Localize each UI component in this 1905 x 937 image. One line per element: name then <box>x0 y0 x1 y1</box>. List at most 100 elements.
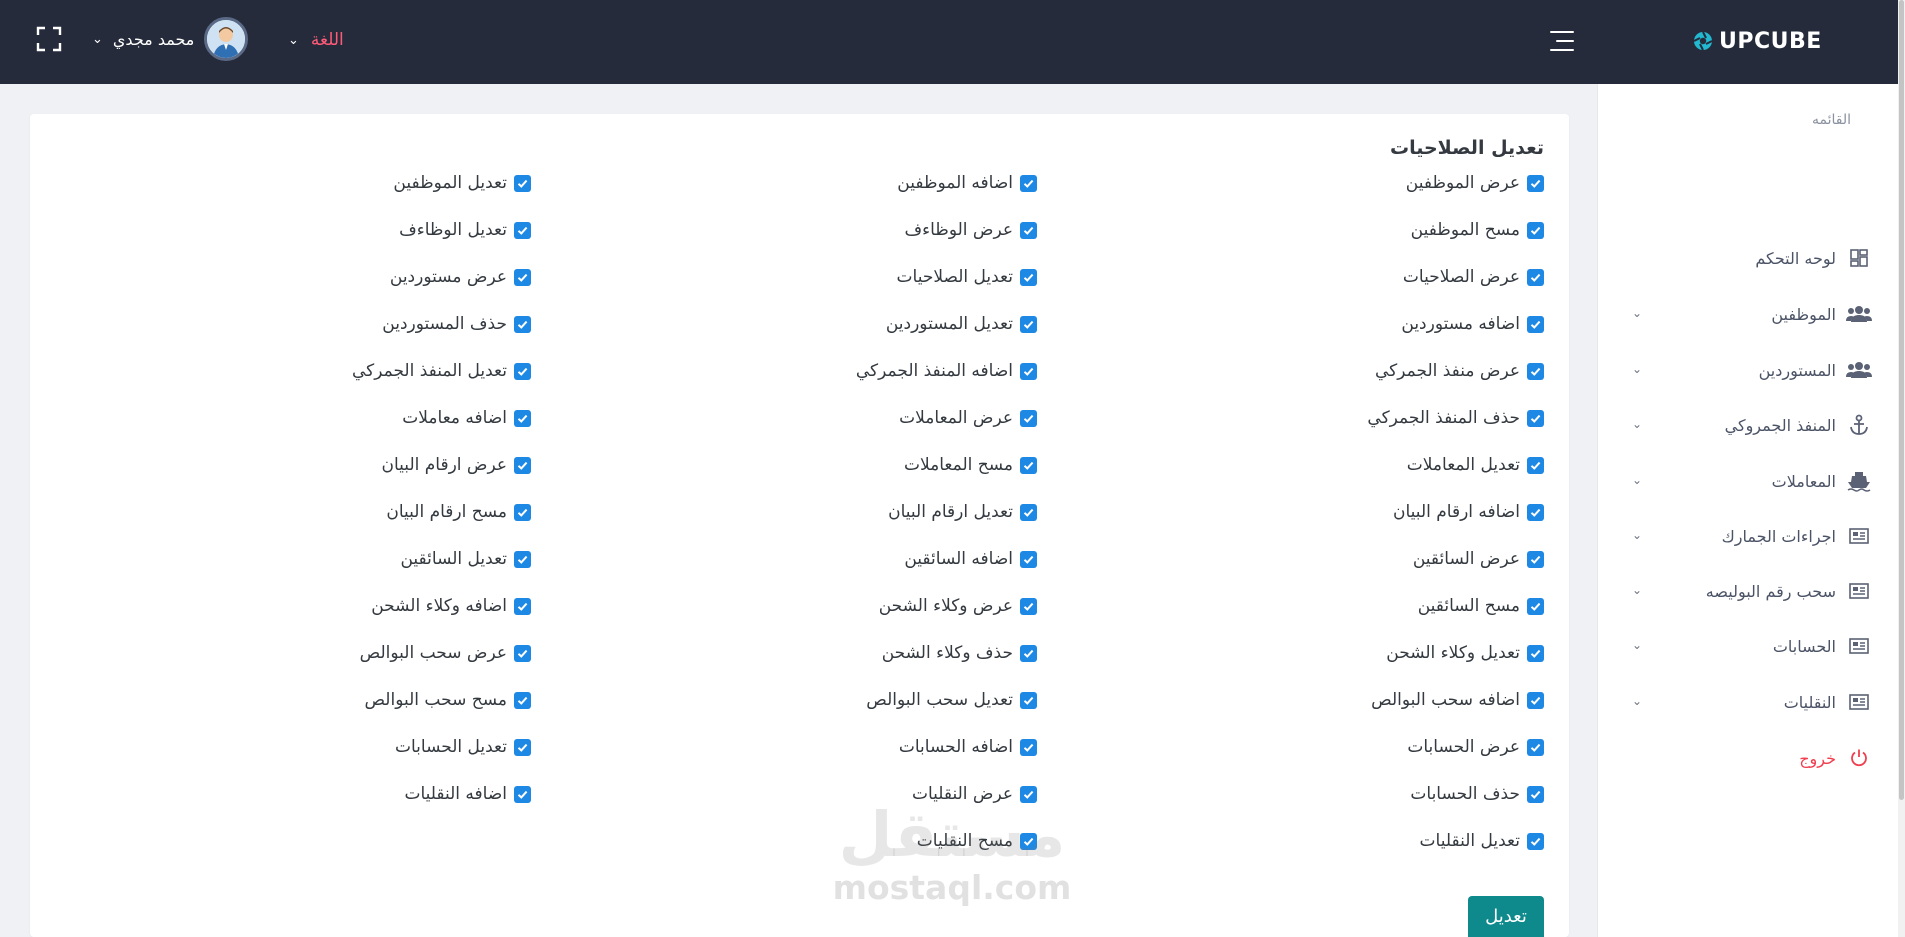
checkbox-checked-icon[interactable] <box>1020 456 1037 474</box>
checkbox-checked-icon[interactable] <box>1527 738 1544 756</box>
permission-checkbox[interactable]: اضافه السائقين <box>904 547 1037 571</box>
permission-checkbox[interactable]: اضافه المنفذ الجمركي <box>856 359 1037 383</box>
checkbox-checked-icon[interactable] <box>514 268 531 286</box>
permission-checkbox[interactable]: مسح الموظفين <box>1411 218 1544 242</box>
permission-checkbox[interactable]: عرض سحب البوالص <box>360 641 531 665</box>
permission-checkbox[interactable]: اضافه سحب البوالص <box>1371 688 1544 712</box>
checkbox-checked-icon[interactable] <box>1020 691 1037 709</box>
checkbox-checked-icon[interactable] <box>1020 315 1037 333</box>
checkbox-checked-icon[interactable] <box>1527 362 1544 380</box>
sidebar-item[interactable]: المعاملات ⌄ <box>1632 463 1872 499</box>
permission-checkbox[interactable]: تعديل المنفذ الجمركي <box>352 359 531 383</box>
permission-checkbox[interactable]: مسح المعاملات <box>904 453 1037 477</box>
checkbox-checked-icon[interactable] <box>514 503 531 521</box>
permission-checkbox[interactable]: تعديل الصلاحيات <box>897 265 1037 289</box>
checkbox-checked-icon[interactable] <box>1020 597 1037 615</box>
permission-checkbox[interactable]: حذف وكلاء الشحن <box>882 641 1037 665</box>
permission-checkbox[interactable]: اضافه ارقام البيان <box>1393 500 1544 524</box>
checkbox-checked-icon[interactable] <box>514 785 531 803</box>
permission-checkbox[interactable]: مسح سحب البوالص <box>364 688 531 712</box>
submit-button[interactable]: تعديل <box>1468 896 1544 937</box>
checkbox-checked-icon[interactable] <box>1020 409 1037 427</box>
sidebar-item[interactable]: اجراءات الجمارك ⌄ <box>1632 518 1872 554</box>
checkbox-checked-icon[interactable] <box>514 550 531 568</box>
permission-checkbox[interactable]: عرض النقليات <box>912 782 1037 806</box>
checkbox-checked-icon[interactable] <box>514 738 531 756</box>
permission-checkbox[interactable]: حذف المستوردين <box>382 312 531 336</box>
permission-checkbox[interactable]: عرض منفذ الجمركي <box>1375 359 1544 383</box>
permission-checkbox[interactable]: حذف الحسابات <box>1410 782 1544 806</box>
checkbox-checked-icon[interactable] <box>514 362 531 380</box>
checkbox-checked-icon[interactable] <box>514 597 531 615</box>
scrollbar-thumb[interactable] <box>1899 0 1904 800</box>
permission-checkbox[interactable]: حذف المنفذ الجمركي <box>1367 406 1544 430</box>
checkbox-checked-icon[interactable] <box>1020 268 1037 286</box>
checkbox-checked-icon[interactable] <box>1527 550 1544 568</box>
checkbox-checked-icon[interactable] <box>1527 503 1544 521</box>
checkbox-checked-icon[interactable] <box>514 174 531 192</box>
sidebar-item[interactable]: سحب رقم البوليصه ⌄ <box>1632 573 1872 609</box>
logout-link[interactable]: خروج <box>1632 740 1872 776</box>
permission-checkbox[interactable]: عرض الصلاحيات <box>1403 265 1544 289</box>
permission-checkbox[interactable]: اضافه الحسابات <box>899 735 1037 759</box>
checkbox-checked-icon[interactable] <box>1527 315 1544 333</box>
brand-logo[interactable]: UPCUBE <box>1693 26 1822 56</box>
permission-checkbox[interactable]: تعديل المستوردين <box>886 312 1037 336</box>
permission-checkbox[interactable]: عرض الموظفين <box>1406 171 1544 195</box>
language-dropdown[interactable]: ⌄ اللغة <box>288 24 344 56</box>
checkbox-checked-icon[interactable] <box>1020 362 1037 380</box>
checkbox-checked-icon[interactable] <box>1527 174 1544 192</box>
permission-checkbox[interactable]: عرض الوظاءف <box>905 218 1037 242</box>
fullscreen-icon[interactable] <box>36 26 62 52</box>
permission-checkbox[interactable]: تعديل الحسابات <box>395 735 531 759</box>
permission-checkbox[interactable]: اضافه النقليات <box>404 782 531 806</box>
permission-checkbox[interactable]: مسح النقليات <box>917 829 1037 853</box>
checkbox-checked-icon[interactable] <box>514 644 531 662</box>
sidebar-item[interactable]: الحسابات ⌄ <box>1632 628 1872 664</box>
checkbox-checked-icon[interactable] <box>1020 832 1037 850</box>
sidebar-item[interactable]: المنفذ الجمروكي ⌄ <box>1632 407 1872 443</box>
checkbox-checked-icon[interactable] <box>1527 832 1544 850</box>
permission-checkbox[interactable]: اضافه الموظفين <box>897 171 1037 195</box>
permission-checkbox[interactable]: تعديل السائقين <box>400 547 531 571</box>
sidebar-item[interactable]: النقليات ⌄ <box>1632 684 1872 720</box>
permission-checkbox[interactable]: مسح ارقام البيان <box>386 500 531 524</box>
permission-checkbox[interactable]: عرض المعاملات <box>899 406 1037 430</box>
menu-toggle-button[interactable] <box>1550 26 1580 56</box>
permission-checkbox[interactable]: تعديل ارقام البيان <box>888 500 1037 524</box>
permission-checkbox[interactable]: عرض مستوردين <box>390 265 531 289</box>
checkbox-checked-icon[interactable] <box>514 315 531 333</box>
checkbox-checked-icon[interactable] <box>1527 409 1544 427</box>
sidebar-item[interactable]: الموظفين ⌄ <box>1632 296 1872 332</box>
checkbox-checked-icon[interactable] <box>1020 785 1037 803</box>
checkbox-checked-icon[interactable] <box>514 456 531 474</box>
checkbox-checked-icon[interactable] <box>1020 503 1037 521</box>
permission-checkbox[interactable]: تعديل الموظفين <box>393 171 531 195</box>
checkbox-checked-icon[interactable] <box>514 691 531 709</box>
checkbox-checked-icon[interactable] <box>1527 785 1544 803</box>
permission-checkbox[interactable]: عرض وكلاء الشحن <box>879 594 1037 618</box>
checkbox-checked-icon[interactable] <box>1527 221 1544 239</box>
checkbox-checked-icon[interactable] <box>1020 221 1037 239</box>
permission-checkbox[interactable]: تعديل سحب البوالص <box>866 688 1037 712</box>
checkbox-checked-icon[interactable] <box>1020 738 1037 756</box>
checkbox-checked-icon[interactable] <box>514 221 531 239</box>
permission-checkbox[interactable]: اضافه وكلاء الشحن <box>371 594 531 618</box>
page-scrollbar[interactable] <box>1898 0 1905 937</box>
permission-checkbox[interactable]: تعديل وكلاء الشحن <box>1386 641 1544 665</box>
checkbox-checked-icon[interactable] <box>514 409 531 427</box>
permission-checkbox[interactable]: عرض ارقام البيان <box>382 453 531 477</box>
user-menu[interactable]: ⌄ محمد مجدي <box>92 17 249 61</box>
checkbox-checked-icon[interactable] <box>1527 597 1544 615</box>
permission-checkbox[interactable]: اضافه معاملات <box>402 406 531 430</box>
permission-checkbox[interactable]: عرض الحسابات <box>1407 735 1544 759</box>
permission-checkbox[interactable]: مسح السائقين <box>1418 594 1544 618</box>
permission-checkbox[interactable]: تعديل النقليات <box>1420 829 1544 853</box>
checkbox-checked-icon[interactable] <box>1527 691 1544 709</box>
permission-checkbox[interactable]: عرض السائقين <box>1413 547 1544 571</box>
permission-checkbox[interactable]: اضافه مستوردين <box>1401 312 1544 336</box>
checkbox-checked-icon[interactable] <box>1020 550 1037 568</box>
permission-checkbox[interactable]: تعديل المعاملات <box>1407 453 1544 477</box>
sidebar-item[interactable]: لوحه التحكم <box>1632 240 1872 276</box>
checkbox-checked-icon[interactable] <box>1527 268 1544 286</box>
